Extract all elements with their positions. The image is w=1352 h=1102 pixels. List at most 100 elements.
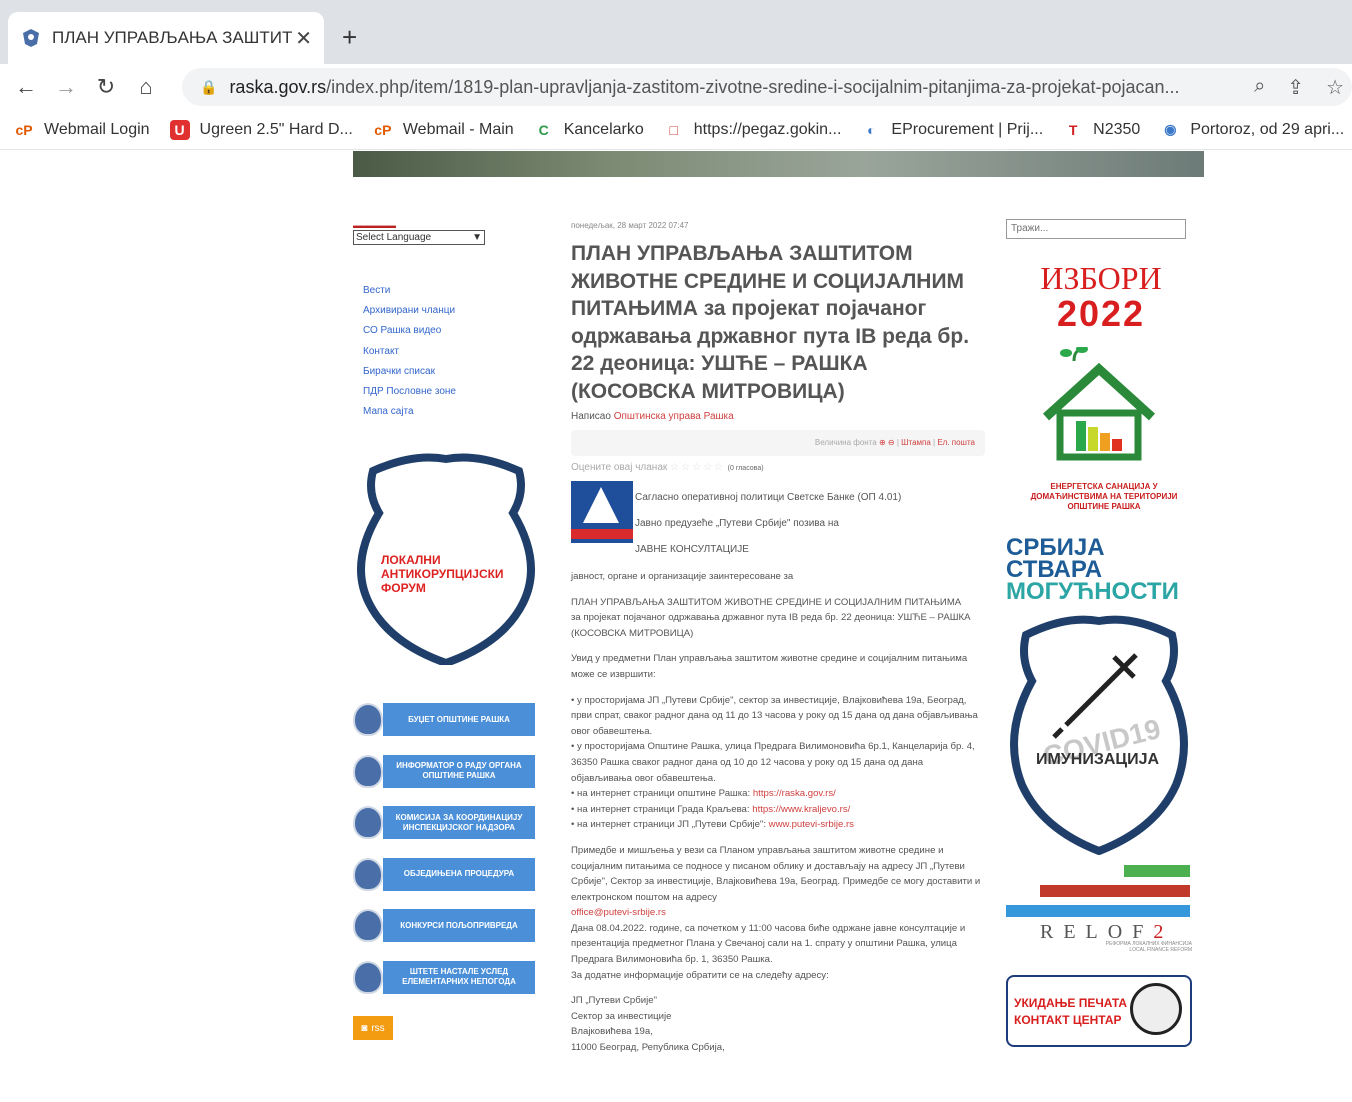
shop-icon: U	[169, 119, 190, 140]
bookmark-label: https://pegaz.gokin...	[693, 120, 842, 138]
putevi-srbije-logo	[571, 481, 633, 543]
menu-item-voters[interactable]: Бирачки списак	[363, 362, 543, 382]
language-select[interactable]: Select Language ▼	[353, 230, 485, 245]
logo-line: ЈАВНЕ КОНСУЛТАЦИЈЕ	[635, 544, 749, 555]
close-tab-icon[interactable]: ✕	[295, 26, 312, 51]
bookmark-item[interactable]: T N2350	[1063, 120, 1140, 140]
relof-sub: РЕФОРМА ЛОКАЛНИХ ФИНАНСИЈА LOCAL FINANCE…	[1086, 941, 1192, 953]
rss-label: rss	[371, 1022, 385, 1034]
reload-icon[interactable]: ↻	[86, 74, 126, 100]
zoom-icon[interactable]: ⌕	[1254, 75, 1265, 100]
green-house-icon	[1042, 344, 1156, 460]
budget-button[interactable]: БУЏЕТ ОПШТИНЕ РАШКА	[353, 701, 537, 738]
cpanel-icon: cP	[15, 121, 33, 138]
bookmark-item[interactable]: cP Webmail Login	[14, 120, 150, 140]
anticorruption-forum-banner[interactable]: ЛОКАЛНИ АНТИКОРУПЦИЈСКИ ФОРУМ	[353, 453, 539, 668]
cpanel-icon: cP	[374, 121, 392, 138]
page-icon: □	[669, 121, 678, 138]
bookmark-item[interactable]: C Kancelarko	[534, 120, 644, 140]
anticorruption-line: ЛОКАЛНИ	[381, 553, 441, 567]
bookmark-item[interactable]: ◉ Portoroz, od 29 apri...	[1160, 120, 1344, 140]
bookmark-star-icon[interactable]: ☆	[1326, 75, 1344, 100]
paragraph: Увид у предметни План управљања заштитом…	[571, 653, 968, 680]
disaster-damage-button[interactable]: ШТЕТЕ НАСТАЛЕ УСЛЕД ЕЛЕМЕНТАРНИХ НЕПОГОД…	[353, 959, 537, 996]
agriculture-button[interactable]: КОНКУРСИ ПОЉОПРИВРЕДА	[353, 907, 537, 944]
ukidanje-text: УКИДАЊЕ ПЕЧАТА КОНТАКТ ЦЕНТАР	[1014, 995, 1127, 1029]
crest-icon	[353, 909, 383, 942]
anticorruption-line: АНТИКОРУПЦИЈСКИ	[381, 567, 504, 581]
lock-icon[interactable]: 🔒	[200, 79, 217, 96]
email-link[interactable]: Ел. пошта	[937, 438, 975, 447]
left-sidebar: ▬▬▬▬▬▬ Select Language ▼ Вести Архивиран…	[353, 221, 543, 1040]
izbori-year[interactable]: 2022	[1006, 294, 1196, 333]
srbija-banner[interactable]: СРБИЈА СТВАРА МОГУЋНОСТИ	[1006, 535, 1196, 603]
relof-name: RELOF	[1040, 920, 1154, 943]
article-title: ПЛАН УПРАВЉАЊА ЗАШТИТОМ ЖИВОТНЕ СРЕДИНЕ …	[571, 242, 970, 403]
relof-banner[interactable]: RELOF2 РЕФОРМА ЛОКАЛНИХ ФИНАНСИЈА LOCAL …	[1006, 864, 1196, 961]
menu-item-archive[interactable]: Архивирани чланци	[363, 301, 543, 321]
bullet-text: • на интернет страници општине Рашка:	[571, 788, 753, 800]
rating-count: (0 гласова)	[727, 465, 764, 472]
putevi-link[interactable]: www.putevi-srbije.rs	[769, 819, 854, 830]
bullet-list: • у просторијама ЈП „Путеви Србије", сек…	[571, 693, 985, 833]
zoom-in-icon[interactable]: ⊕	[879, 438, 886, 447]
share-icon[interactable]: ⇪	[1287, 75, 1304, 100]
bookmark-item[interactable]: U Ugreen 2.5" Hard D...	[169, 119, 353, 140]
raska-link[interactable]: https://raska.gov.rs/	[753, 788, 836, 799]
bookmark-label: Kancelarko	[563, 120, 644, 138]
menu-item-contact[interactable]: Контакт	[363, 342, 543, 362]
button-label: ОБЈЕДИЊЕНА ПРОЦЕДУРА	[383, 857, 535, 891]
logo-lines: Сагласно оперативној политици Светске Ба…	[635, 485, 901, 563]
header-banner	[353, 151, 1204, 177]
menu-item-video[interactable]: СО Рашка видео	[363, 321, 543, 341]
ukidanje-pecata-banner[interactable]: УКИДАЊЕ ПЕЧАТА КОНТАКТ ЦЕНТАР	[1006, 974, 1192, 1047]
url-input[interactable]: 🔒 raska.gov.rs/index.php/item/1819-plan-…	[182, 68, 1352, 106]
anticorruption-line: ФОРУМ	[381, 581, 426, 595]
bookmark-item[interactable]: ◐ EProcurement | Prij...	[861, 120, 1043, 140]
active-tab[interactable]: ПЛАН УПРАВЉАЊА ЗАШТИТО ✕	[8, 12, 324, 64]
izbori-banner[interactable]: ИЗБОРИ	[1006, 261, 1196, 295]
menu-item-pdr[interactable]: ПДР Пословне зоне	[363, 382, 543, 402]
consultation-text: Дана 08.04.2022. године, са почетком у 1…	[571, 922, 966, 966]
url-domain: raska.gov.rs	[229, 76, 327, 97]
article-tools: Величина фонта ⊕ ⊖ | Штампа | Ел. пошта	[571, 430, 985, 456]
paragraph: ПЛАН УПРАВЉАЊА ЗАШТИТОМ ЖИВОТНЕ СРЕДИНЕ …	[571, 595, 985, 642]
unified-procedure-button[interactable]: ОБЈЕДИЊЕНА ПРОЦЕДУРА	[353, 856, 537, 893]
forward-icon[interactable]: →	[46, 74, 86, 100]
rss-icon: ◙	[361, 1022, 368, 1034]
immunization-banner[interactable]: COVID19 ИМУНИЗАЦИЈА	[1006, 615, 1196, 861]
search-input[interactable]	[1006, 218, 1186, 239]
bookmark-item[interactable]: cP Webmail - Main	[373, 120, 513, 140]
print-link[interactable]: Штампа	[901, 438, 931, 447]
rating-stars[interactable]: ☆☆☆☆☆	[670, 462, 725, 473]
relof-number: 2	[1153, 920, 1174, 943]
author-link[interactable]: Општинска управа Рашка	[614, 411, 734, 422]
informator-button[interactable]: ИНФОРМАТОР О РАДУ ОРГАНА ОПШТИНЕ РАШКА	[353, 753, 537, 790]
bookmark-item[interactable]: □ https://pegaz.gokin...	[664, 120, 842, 140]
logo-line: Јавно предузеће „Путеви Србије" позива н…	[635, 518, 839, 529]
tab-title: ПЛАН УПРАВЉАЊА ЗАШТИТО	[52, 28, 292, 47]
address-block: ЈП „Путеви Србије" Сектор за инвестиције…	[571, 993, 985, 1055]
home-icon[interactable]: ⌂	[126, 74, 166, 100]
bookmark-label: Webmail Login	[44, 120, 150, 138]
sidebar-buttons: БУЏЕТ ОПШТИНЕ РАШКА ИНФОРМАТОР О РАДУ ОР…	[353, 701, 537, 1010]
back-icon[interactable]: ←	[6, 74, 46, 100]
inspection-button[interactable]: КОМИСИЈА ЗА КООРДИНАЦИЈУ ИНСПЕКЦИЈСКОГ Н…	[353, 804, 537, 841]
kraljevo-link[interactable]: https://www.kraljevo.rs/	[752, 804, 850, 815]
address-bar: ← → ↻ ⌂ 🔒 raska.gov.rs/index.php/item/18…	[0, 64, 1352, 110]
menu-item-sitemap[interactable]: Мапа сајта	[363, 402, 543, 422]
energy-renovation-banner[interactable]: ЕНЕРГЕТСКА САНАЦИЈА У ДОМАЋИНСТВИМА НА Т…	[1006, 344, 1196, 517]
menu-item-vesti[interactable]: Вести	[363, 281, 543, 301]
button-label: КОМИСИЈА ЗА КООРДИНАЦИЈУ ИНСПЕКЦИЈСКОГ Н…	[383, 806, 535, 839]
bullet-item: • у просторијама Општине Рашка, улица Пр…	[571, 741, 975, 784]
left-menu: Вести Архивирани чланци СО Рашка видео К…	[353, 281, 543, 422]
rss-button[interactable]: ◙ rss	[353, 1016, 393, 1040]
plan-subtitle: за пројекат појачаног одржавања државног…	[571, 612, 971, 639]
language-flags-icon[interactable]: ▬▬▬▬▬▬	[353, 221, 543, 230]
new-tab-button[interactable]: +	[342, 22, 357, 53]
zoom-out-icon[interactable]: ⊖	[888, 438, 895, 447]
office-email-link[interactable]: office@putevi-srbije.rs	[571, 905, 985, 921]
address-line: Сектор за инвестиције	[571, 1010, 672, 1022]
paragraph: Примедбе и мишљења у вези са Планом упра…	[571, 843, 985, 983]
relof-sub-line: LOCAL FINANCE REFORM	[1129, 946, 1192, 953]
